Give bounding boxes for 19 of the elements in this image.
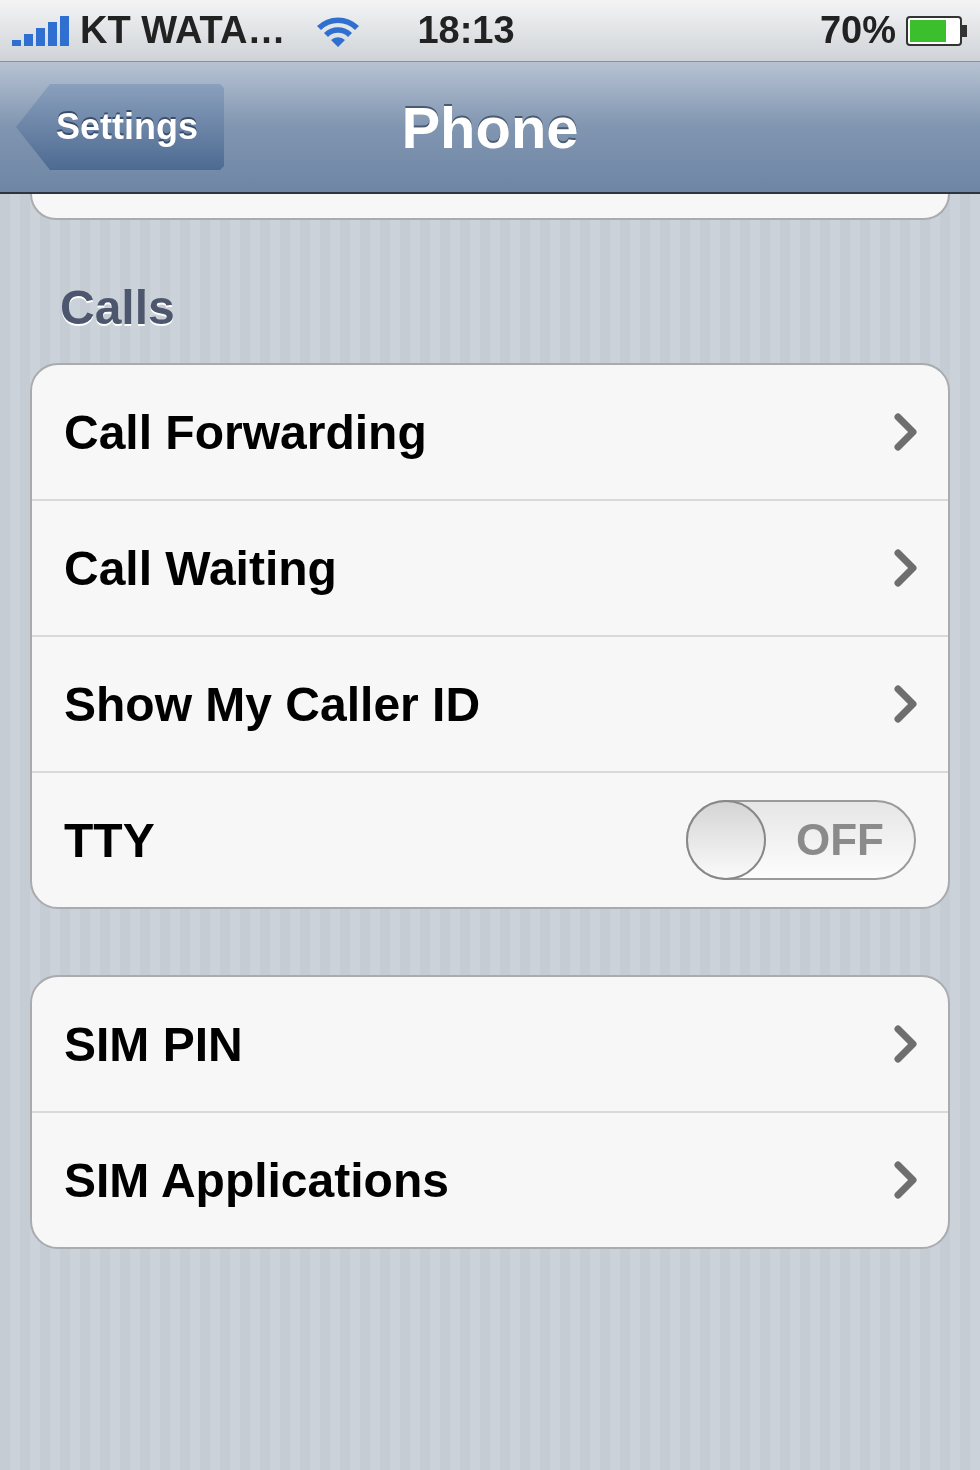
- screen-title: Phone: [401, 93, 579, 161]
- section-header: Calls: [59, 280, 176, 336]
- carrier-name: KT WATA…: [80, 9, 286, 52]
- chevron-icon: [894, 413, 918, 451]
- chevron-icon: [894, 685, 918, 723]
- battery-percentage: 70%: [819, 9, 896, 52]
- row-label[interactable]: SIM Applications: [64, 1152, 894, 1208]
- chevron-icon: [894, 549, 918, 587]
- chevron-icon: [894, 1025, 918, 1063]
- signal-icon: [12, 15, 70, 46]
- clock-time: 18:13: [417, 9, 515, 52]
- battery-icon: [906, 15, 968, 46]
- row-label[interactable]: Call Waiting: [64, 540, 894, 596]
- row-label[interactable]: SIM PIN: [64, 1016, 894, 1072]
- row-label[interactable]: Call Forwarding: [64, 404, 894, 460]
- chevron-icon: [894, 1161, 918, 1199]
- row-label: TTY: [64, 812, 156, 868]
- back-button[interactable]: Settings: [16, 84, 224, 170]
- row-label[interactable]: Show My Caller ID: [64, 676, 894, 732]
